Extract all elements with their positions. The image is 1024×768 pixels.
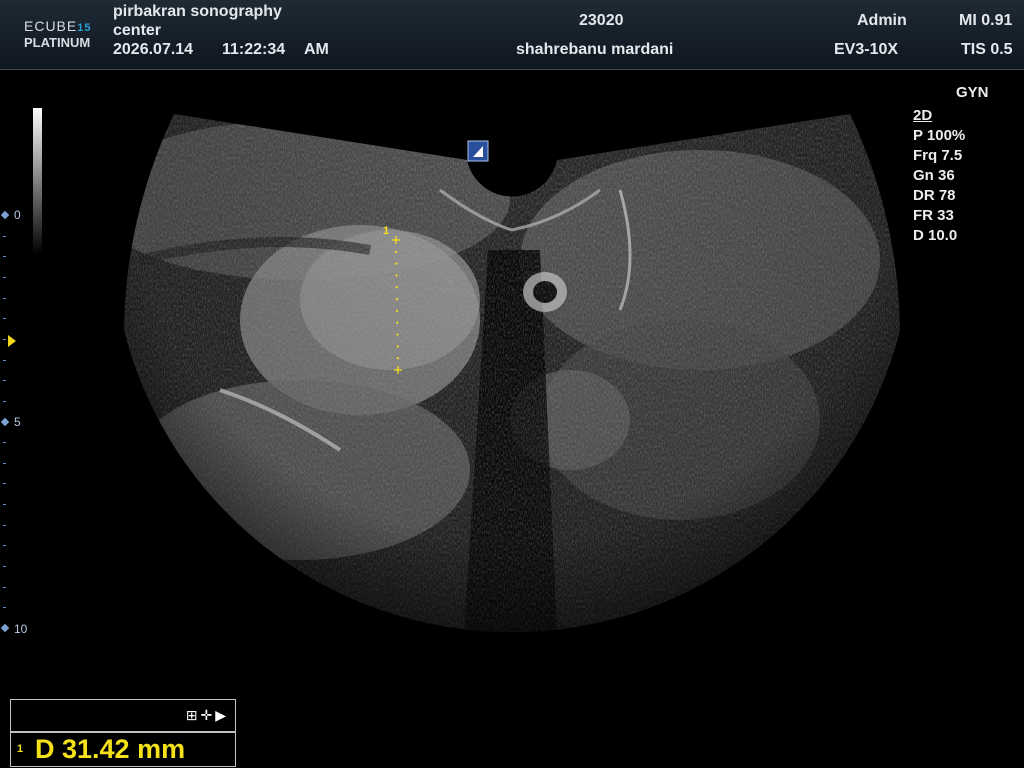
depth-minor-tick — [3, 442, 6, 444]
ultrasound-image[interactable]: 1 — [0, 70, 1024, 698]
caliper-dot — [395, 262, 398, 265]
thermal-index: TIS 0.5 — [961, 41, 1013, 58]
exam-ampm: AM — [304, 41, 329, 58]
measurement-value: D 31.42 mm — [35, 734, 186, 764]
caliper-dot — [396, 345, 399, 348]
frame-rate-value: FR 33 — [913, 207, 954, 224]
caliper-dot — [396, 333, 399, 336]
scan-fan — [124, 114, 900, 633]
depth-minor-tick — [3, 566, 6, 568]
depth-minor-tick — [3, 359, 6, 361]
logo-version: 15 — [77, 22, 92, 34]
exam-date: 2026.07.14 — [113, 41, 194, 58]
ecube-logo: ECUBE15 PLATINUM — [24, 18, 104, 54]
probe-name: EV3-10X — [834, 41, 899, 58]
move-icon[interactable]: ✛ — [200, 707, 215, 723]
depth-label-0: 0 — [14, 208, 21, 222]
depth-minor-tick — [3, 524, 6, 526]
status-header: ECUBE15 PLATINUM pirbakran sonography ce… — [0, 0, 1024, 70]
depth-minor-tick — [3, 338, 6, 340]
caliper-dot — [396, 321, 399, 324]
measurement-toolbar: ⊞✛▶ — [10, 699, 236, 732]
depth-minor-tick — [3, 256, 6, 258]
caliper-dot — [395, 297, 399, 301]
institution-name-cont: center — [113, 22, 162, 39]
measurement-index: 1 — [17, 743, 24, 755]
depth-minor-tick — [3, 462, 6, 464]
depth-minor-tick — [3, 297, 6, 299]
depth-minor-tick — [3, 504, 6, 506]
gain-value: Gn 36 — [913, 167, 955, 184]
logo-line2: PLATINUM — [24, 35, 91, 50]
preset-label: GYN — [956, 84, 989, 101]
play-icon[interactable]: ▶ — [215, 707, 229, 723]
caliper-dot — [395, 250, 398, 253]
depth-label-5: 5 — [14, 415, 21, 429]
operator-name: Admin — [857, 12, 907, 29]
dynamic-range-value: DR 78 — [913, 187, 956, 204]
caliper-dot — [395, 286, 398, 289]
patient-id: 23020 — [579, 12, 624, 29]
depth-minor-tick — [3, 545, 6, 547]
focus-marker-icon[interactable] — [8, 335, 16, 347]
mode-label: 2D — [913, 107, 933, 124]
depth-minor-tick — [3, 483, 6, 485]
exam-time: 11:22:34 — [222, 41, 286, 58]
depth-minor-tick — [3, 318, 6, 320]
frequency-value: Frq 7.5 — [913, 147, 963, 164]
mechanical-index: MI 0.91 — [959, 12, 1013, 29]
grayscale-bar — [33, 108, 42, 254]
depth-minor-tick — [3, 235, 6, 237]
patient-name: shahrebanu mardani — [516, 41, 674, 58]
caliper-dot — [395, 309, 399, 313]
depth-label-10: 10 — [14, 622, 28, 636]
measurement-result: 1 D 31.42 mm — [10, 732, 236, 767]
institution-name: pirbakran sonography — [113, 3, 282, 20]
logo-line1: ECUBE — [24, 18, 78, 34]
depth-minor-tick — [3, 400, 6, 402]
caliper-index-label: 1 — [383, 225, 389, 237]
depth-minor-tick — [3, 380, 6, 382]
grid-icon[interactable]: ⊞ — [186, 707, 201, 723]
caliper-dot — [396, 357, 399, 360]
depth-minor-tick — [3, 276, 6, 278]
depth-value: D 10.0 — [913, 227, 958, 244]
depth-minor-tick — [3, 607, 6, 609]
power-value: P 100% — [913, 127, 966, 144]
depth-minor-tick — [3, 586, 6, 588]
caliper-dot — [395, 274, 398, 277]
probe-orientation-icon — [467, 140, 489, 162]
